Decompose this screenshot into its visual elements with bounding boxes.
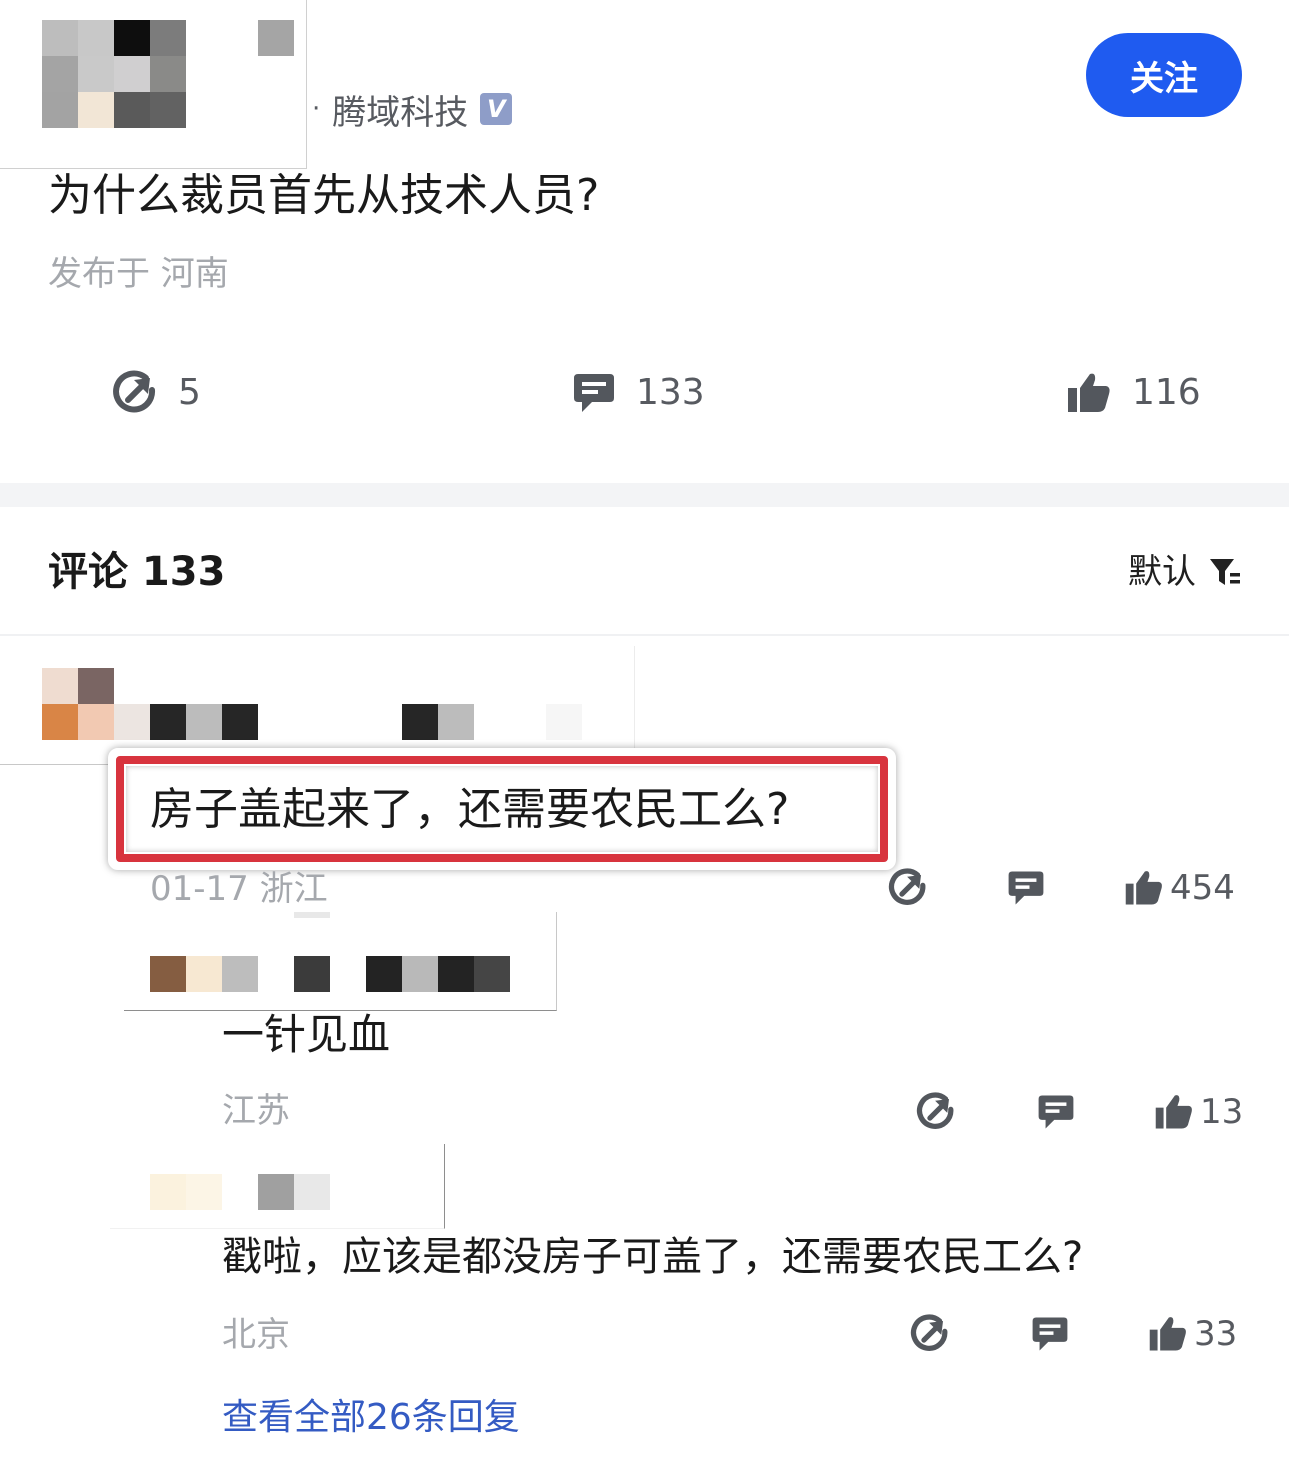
pixelated-commenter-tag [402,704,474,740]
follow-button[interactable]: 关注 [1086,33,1242,117]
pixelated-reply-avatar [150,956,258,992]
comment-action[interactable]: 133 [572,370,705,416]
top-comment-forward-icon[interactable] [888,868,928,908]
reply-like-count: 33 [1194,1314,1238,1354]
reply-location: 江苏 [222,1091,290,1131]
forward-count: 5 [178,372,201,413]
pixelated-reply-name-b [366,956,510,992]
reply-text: 戳啦，应该是都没房子可盖了，还需要农民工么? [222,1234,1084,1280]
org-name: 腾域科技 [332,92,469,133]
pixelated-username [258,20,294,56]
separator-dot: · [312,94,321,124]
thumbs-up-icon [1066,370,1112,416]
comment-count: 133 [636,372,705,413]
top-comment-meta: 01-17 浙江 [150,869,328,909]
pixelated-reply-name-a [294,956,330,992]
comments-title: 评论 133 [48,549,226,595]
filter-icon [1208,555,1242,589]
reply-like[interactable]: 33 [1148,1314,1237,1354]
verified-badge-icon: V [480,93,513,125]
header-divider [0,634,1289,636]
pixelated-faint-block [546,704,582,740]
pixelated-commenter-name [114,704,258,740]
post-author-avatar[interactable] [0,0,307,169]
thumbs-up-icon [1154,1092,1194,1132]
pixelated-reply-avatar [150,1174,222,1210]
post-author-org[interactable]: · 腾域科技 V [312,86,513,133]
forward-action[interactable]: 5 [112,370,201,416]
reply-forward-icon[interactable] [910,1314,950,1354]
pixelated-commenter-avatar [42,668,114,740]
reply-like[interactable]: 13 [1154,1092,1243,1132]
reply-forward-icon[interactable] [916,1092,956,1132]
reply-comment-icon[interactable] [1036,1092,1076,1132]
forward-icon [112,370,158,416]
reply-author-block[interactable] [110,1144,445,1229]
highlighted-comment-box: 房子盖起来了，还需要农民工么? [108,748,896,870]
reply-location: 北京 [222,1315,290,1355]
thumbs-up-icon [1148,1314,1188,1354]
top-comment-text: 房子盖起来了，还需要农民工么? [150,784,790,835]
section-divider [0,483,1289,507]
like-action[interactable]: 116 [1066,370,1201,416]
sort-label: 默认 [1128,552,1196,592]
top-comment-like[interactable]: 454 [1124,868,1235,908]
pixelated-reply-name [258,1174,330,1210]
sort-selector[interactable]: 默认 [1128,550,1242,594]
reply-comment-icon[interactable] [1030,1314,1070,1354]
reply-text: 一针见血 [222,1010,391,1059]
top-comment-reply-icon[interactable] [1006,868,1046,908]
pixelated-avatar-image [42,20,186,128]
view-all-replies-link[interactable]: 查看全部26条回复 [222,1394,520,1442]
post-location: 发布于 河南 [48,254,229,294]
reply-author-block[interactable] [124,912,557,1011]
comment-icon [572,370,616,416]
like-count: 116 [1132,372,1201,413]
post-title: 为什么裁员首先从技术人员? [48,170,600,221]
reply-like-count: 13 [1200,1092,1244,1132]
top-comment-like-count: 454 [1170,868,1235,908]
thumbs-up-icon [1124,868,1164,908]
